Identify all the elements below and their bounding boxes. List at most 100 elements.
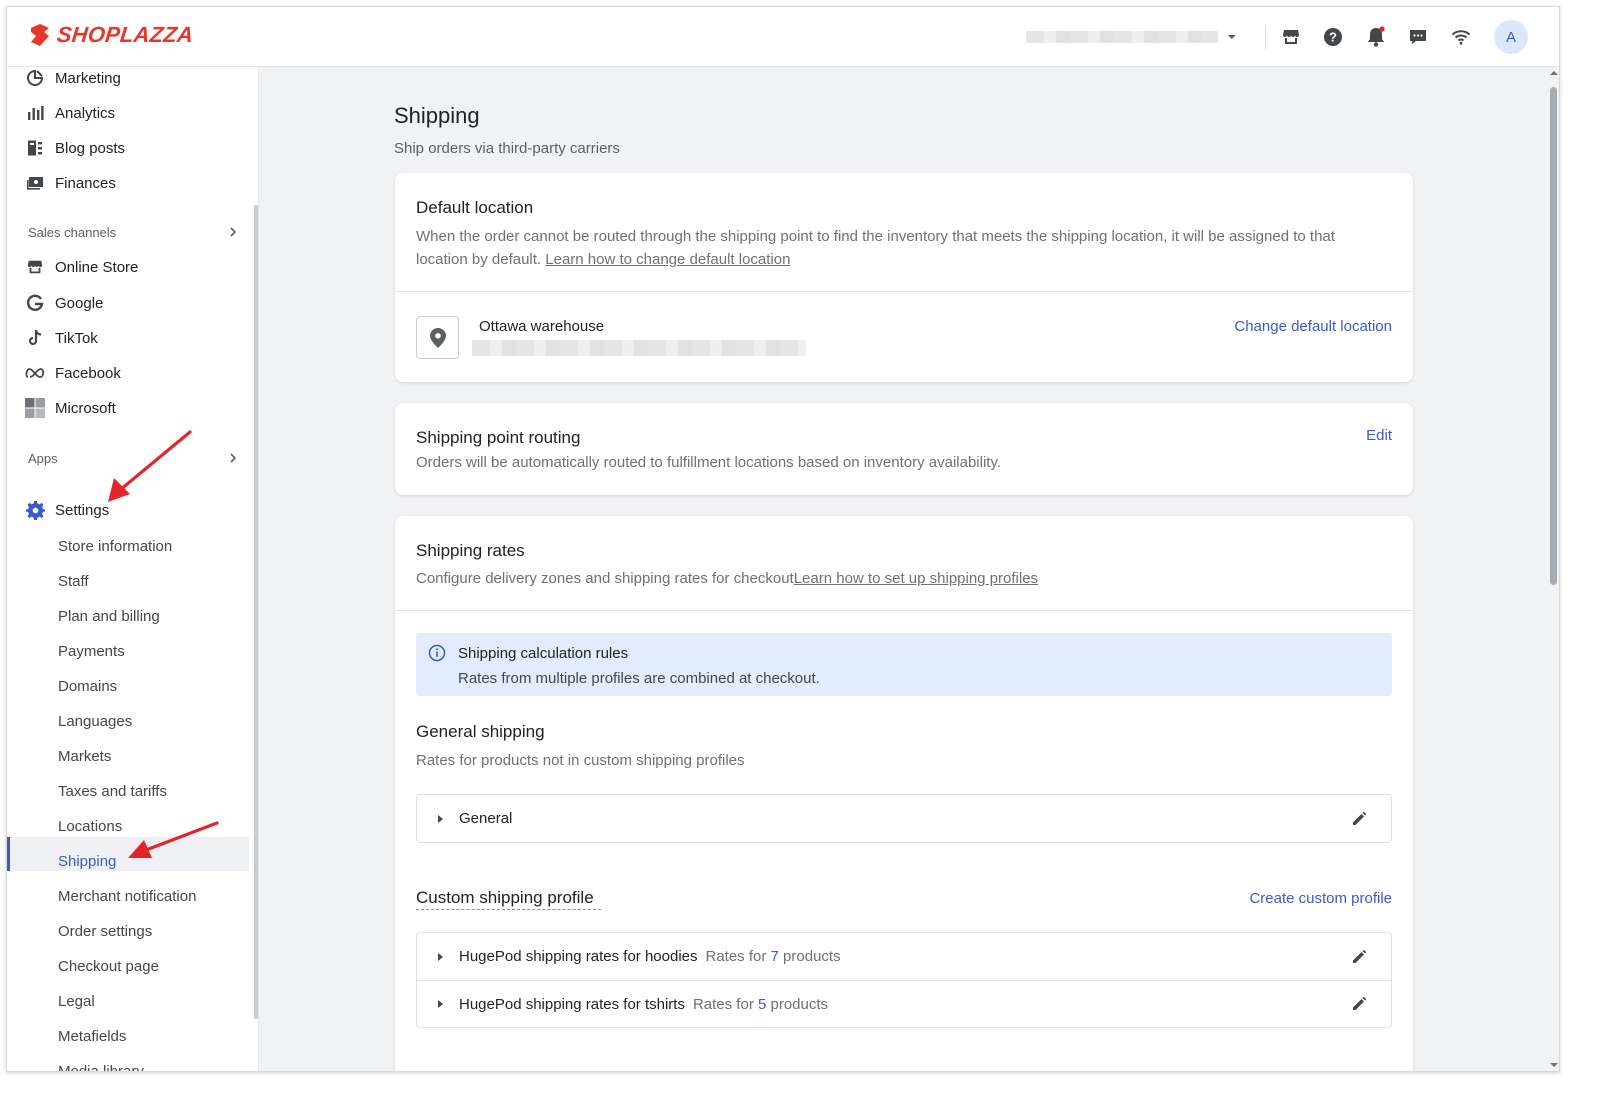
custom-profile-meta: Rates for 5 products bbox=[693, 996, 828, 1013]
sidebar-item-settings[interactable]: Settings bbox=[25, 495, 109, 525]
custom-profile-name: HugePod shipping rates for hoodies bbox=[459, 948, 698, 965]
page-subtitle: Ship orders via third-party carriers bbox=[394, 140, 620, 157]
learn-default-location-link[interactable]: Learn how to change default location bbox=[545, 251, 790, 268]
sidebar-item-label: Microsoft bbox=[55, 399, 116, 417]
sidebar-item-metafields[interactable]: Metafields bbox=[58, 1021, 126, 1051]
sidebar-item-order-settings[interactable]: Order settings bbox=[58, 916, 152, 946]
custom-profile-row[interactable]: HugePod shipping rates for tshirts Rates … bbox=[417, 980, 1391, 1027]
sidebar-item-label: Settings bbox=[55, 501, 110, 519]
products-suffix: products bbox=[770, 995, 829, 1013]
edit-pencil-icon[interactable] bbox=[1351, 949, 1367, 965]
apps-expand-chevron-icon[interactable] bbox=[227, 452, 239, 464]
sidebar-item-taxes-and-tariffs[interactable]: Taxes and tariffs bbox=[58, 776, 167, 806]
custom-profile-meta: Rates for 7 products bbox=[706, 948, 841, 965]
page-title: Shipping bbox=[394, 103, 480, 128]
help-icon[interactable]: ? bbox=[1320, 24, 1346, 50]
custom-profile-title: Custom shipping profile bbox=[416, 888, 594, 907]
store-icon bbox=[25, 257, 45, 277]
edit-pencil-icon[interactable] bbox=[1351, 811, 1367, 827]
sidebar-item-shipping[interactable]: Shipping bbox=[58, 846, 116, 876]
sidebar-item-online-store[interactable]: Online Store bbox=[25, 252, 138, 282]
sidebar-item-locations[interactable]: Locations bbox=[58, 811, 122, 841]
sidebar-item-marketing[interactable]: Marketing bbox=[25, 67, 121, 93]
shipping-point-routing-card: Shipping point routing Orders will be au… bbox=[395, 403, 1413, 495]
custom-profile-row[interactable]: HugePod shipping rates for hoodies Rates … bbox=[417, 933, 1391, 980]
sidebar-item-label: TikTok bbox=[55, 329, 98, 347]
routing-edit-link[interactable]: Edit bbox=[1366, 427, 1392, 444]
active-item-highlight bbox=[7, 837, 249, 871]
sales-channels-expand-chevron-icon[interactable] bbox=[227, 226, 239, 238]
shipping-rates-card: Shipping rates Configure delivery zones … bbox=[395, 516, 1413, 1071]
general-shipping-title: General shipping bbox=[416, 722, 545, 741]
microsoft-icon bbox=[25, 398, 45, 418]
notification-icon[interactable] bbox=[1363, 24, 1389, 50]
sidebar-item-merchant-notification[interactable]: Merchant notification bbox=[58, 881, 196, 911]
sidebar-item-markets[interactable]: Markets bbox=[58, 741, 111, 771]
routing-description: Orders will be automatically routed to f… bbox=[416, 454, 1002, 471]
main-content: Shipping Ship orders via third-party car… bbox=[259, 67, 1547, 1071]
create-custom-profile-link[interactable]: Create custom profile bbox=[1249, 890, 1392, 907]
shipping-rates-title: Shipping rates bbox=[416, 541, 525, 560]
caret-right-icon[interactable] bbox=[438, 952, 443, 961]
gear-icon bbox=[25, 500, 45, 520]
sidebar-item-label: Online Store bbox=[55, 258, 139, 276]
app-window: SHOPLAZZA ? A Marketing Analytics Blog p… bbox=[6, 6, 1560, 1072]
sidebar-item-microsoft[interactable]: Microsoft bbox=[25, 393, 116, 423]
brand-logo[interactable]: SHOPLAZZA bbox=[27, 22, 195, 48]
sidebar-item-checkout-page[interactable]: Checkout page bbox=[58, 951, 159, 981]
default-location-card: Default location When the order cannot b… bbox=[395, 173, 1413, 382]
top-bar: SHOPLAZZA ? A bbox=[7, 7, 1559, 67]
sidebar-item-google[interactable]: Google bbox=[25, 288, 103, 318]
chat-icon[interactable] bbox=[1405, 24, 1431, 50]
sidebar-scrollbar[interactable] bbox=[254, 205, 258, 1019]
custom-profile-title-underline bbox=[416, 909, 601, 910]
edit-pencil-icon[interactable] bbox=[1351, 996, 1367, 1012]
general-profile-label: General bbox=[459, 810, 513, 827]
sidebar-item-payments[interactable]: Payments bbox=[58, 636, 125, 666]
sidebar-item-label: Google bbox=[55, 294, 104, 312]
sidebar-item-legal[interactable]: Legal bbox=[58, 986, 95, 1016]
sidebar-item-finances[interactable]: Finances bbox=[25, 168, 116, 198]
learn-shipping-profiles-link[interactable]: Learn how to set up shipping profiles bbox=[794, 570, 1038, 587]
store-switcher[interactable] bbox=[1026, 29, 1238, 45]
caret-right-icon[interactable] bbox=[438, 814, 443, 823]
location-pin-icon bbox=[429, 327, 446, 348]
general-profile-list: General bbox=[416, 794, 1392, 843]
general-profile-row[interactable]: General bbox=[417, 795, 1391, 842]
svg-text:?: ? bbox=[1329, 30, 1337, 45]
header-divider bbox=[1265, 25, 1266, 49]
sidebar-item-facebook[interactable]: Facebook bbox=[25, 358, 121, 388]
user-avatar[interactable]: A bbox=[1494, 20, 1528, 54]
scroll-up-arrow-icon[interactable] bbox=[1549, 69, 1559, 77]
product-count[interactable]: 7 bbox=[771, 948, 779, 965]
general-shipping-description: Rates for products not in custom shippin… bbox=[416, 752, 745, 769]
sidebar-item-tiktok[interactable]: TikTok bbox=[25, 323, 98, 353]
custom-profile-list: HugePod shipping rates for hoodies Rates … bbox=[416, 932, 1392, 1028]
sidebar-item-languages[interactable]: Languages bbox=[58, 706, 132, 736]
sidebar-item-media-library[interactable]: Media library bbox=[58, 1056, 144, 1072]
sidebar-item-analytics[interactable]: Analytics bbox=[25, 98, 115, 128]
products-suffix: products bbox=[783, 948, 841, 965]
google-icon bbox=[25, 293, 45, 313]
default-location-name: Ottawa warehouse bbox=[479, 318, 605, 335]
store-icon[interactable] bbox=[1278, 24, 1304, 50]
sidebar-item-label: Marketing bbox=[55, 69, 121, 87]
banner-title: Shipping calculation rules bbox=[458, 645, 629, 662]
sidebar-item-blog-posts[interactable]: Blog posts bbox=[25, 133, 125, 163]
custom-profile-name: HugePod shipping rates for tshirts bbox=[459, 995, 685, 1013]
shipping-calculation-banner: Shipping calculation rules Rates from mu… bbox=[416, 633, 1392, 696]
marketing-icon bbox=[25, 68, 45, 88]
main-scrollbar-thumb[interactable] bbox=[1550, 87, 1557, 585]
shipping-rates-description: Configure delivery zones and shipping ra… bbox=[416, 567, 1038, 590]
sidebar: Marketing Analytics Blog posts Finances … bbox=[7, 67, 259, 1072]
scroll-down-arrow-icon[interactable] bbox=[1549, 1061, 1559, 1069]
wifi-icon[interactable] bbox=[1448, 24, 1474, 50]
sidebar-item-plan-and-billing[interactable]: Plan and billing bbox=[58, 601, 160, 631]
caret-right-icon[interactable] bbox=[438, 1000, 443, 1008]
card-divider bbox=[395, 291, 1413, 292]
sidebar-item-staff[interactable]: Staff bbox=[58, 566, 89, 596]
sidebar-item-domains[interactable]: Domains bbox=[58, 671, 117, 701]
change-default-location-link[interactable]: Change default location bbox=[1234, 318, 1392, 335]
sidebar-item-store-information[interactable]: Store information bbox=[58, 531, 172, 561]
product-count[interactable]: 5 bbox=[758, 996, 766, 1013]
